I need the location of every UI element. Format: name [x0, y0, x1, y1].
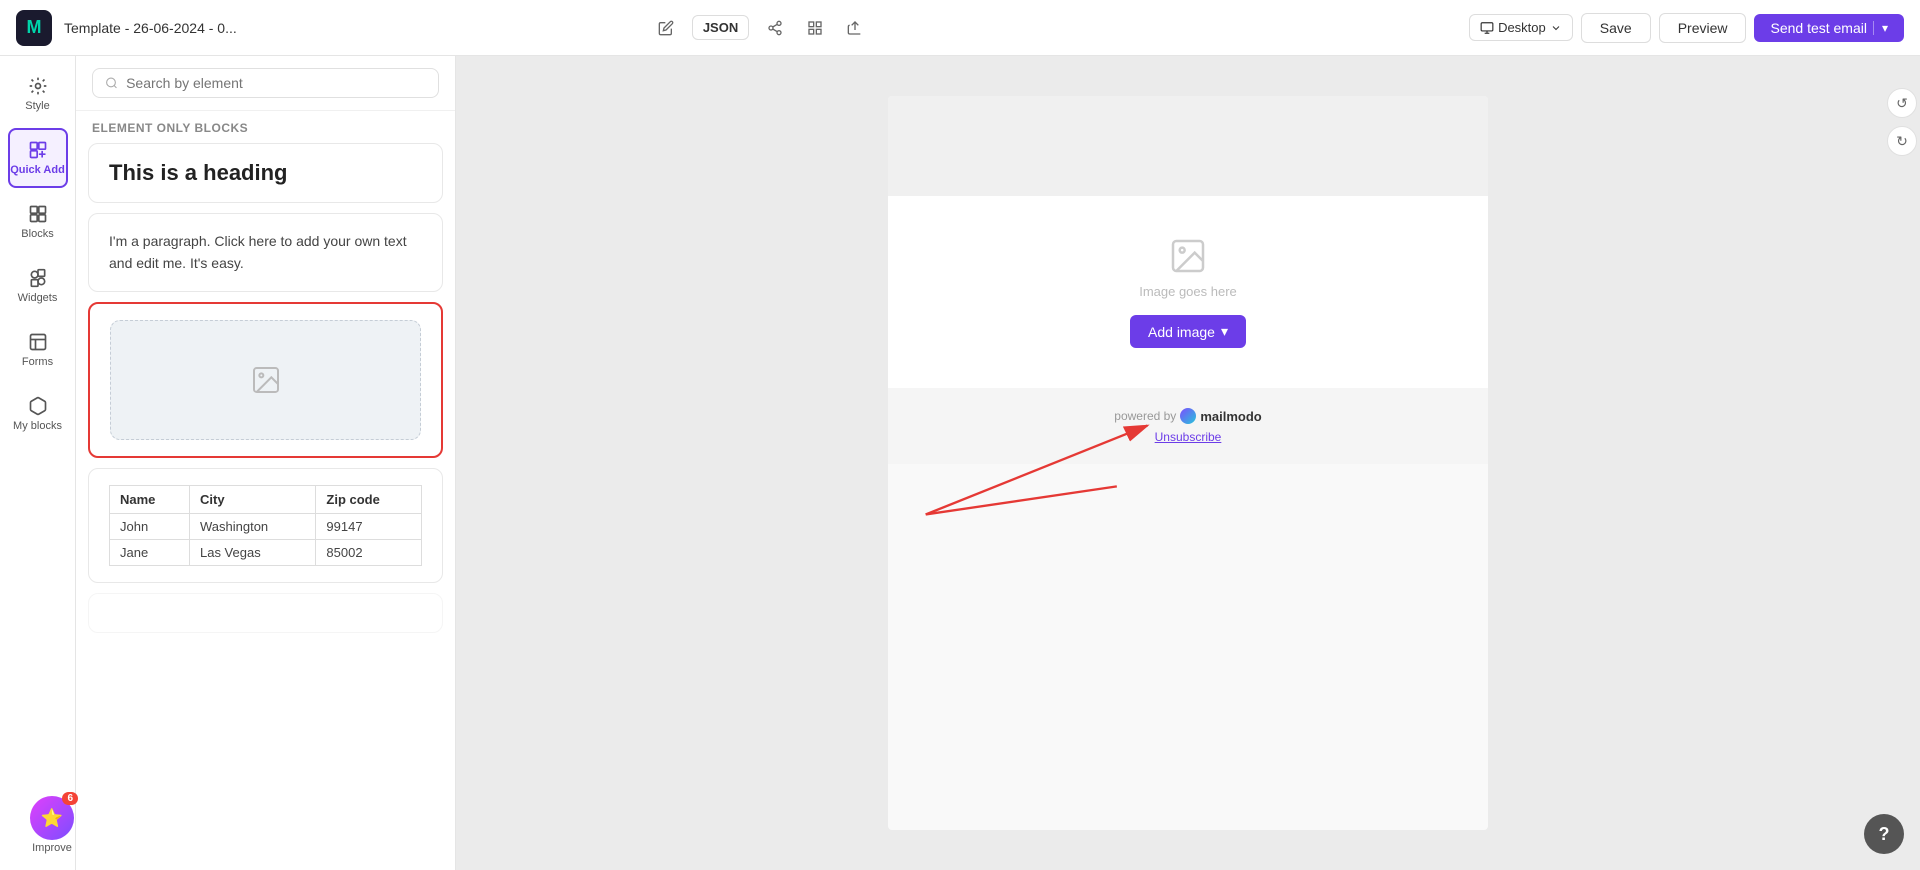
table-cell: 85002: [316, 539, 422, 565]
table-cell: Jane: [110, 539, 190, 565]
right-tools: ↺ ↻: [1884, 56, 1920, 870]
table-header-name: Name: [110, 485, 190, 513]
redo-button[interactable]: ↻: [1887, 126, 1917, 156]
quick-add-label: Quick Add: [10, 164, 65, 176]
elements-list: This is a heading I'm a paragraph. Click…: [76, 143, 455, 870]
device-selector[interactable]: Desktop: [1469, 14, 1573, 41]
improve-label: Improve: [32, 842, 72, 854]
table-element-card[interactable]: Name City Zip code John Washington 99147…: [88, 468, 443, 583]
widgets-label: Widgets: [18, 292, 58, 304]
table-cell: 99147: [316, 513, 422, 539]
improve-badge: 6: [62, 792, 78, 805]
style-icon: [28, 76, 48, 96]
undo-button[interactable]: ↺: [1887, 88, 1917, 118]
table-header-zip: Zip code: [316, 485, 422, 513]
forms-icon: [28, 332, 48, 352]
my-blocks-icon: [28, 396, 48, 416]
mailmodo-logo: [1180, 408, 1196, 424]
help-button[interactable]: ?: [1864, 814, 1904, 854]
table-preview: Name City Zip code John Washington 99147…: [109, 485, 422, 566]
canvas-image-icon: [1168, 236, 1208, 276]
improve-icon: ⭐: [41, 808, 63, 829]
app-logo: M: [16, 10, 52, 46]
add-image-button[interactable]: Add image ▾: [1130, 315, 1246, 348]
canvas-area: Image goes here Add image ▾ powered by m…: [456, 56, 1920, 870]
image-placeholder-inner: [110, 320, 421, 440]
device-label: Desktop: [1498, 20, 1546, 35]
search-box: [76, 56, 455, 111]
table-cell: Washington: [189, 513, 315, 539]
table-cell: Las Vegas: [189, 539, 315, 565]
mailmodo-name: mailmodo: [1200, 409, 1261, 424]
sidebar-item-forms[interactable]: Forms: [8, 320, 68, 380]
add-image-label: Add image: [1148, 324, 1215, 340]
add-image-chevron-icon: ▾: [1221, 323, 1228, 340]
panel-sidebar: ELEMENT ONLY BLOCKS This is a heading I'…: [76, 56, 456, 870]
table-header-city: City: [189, 485, 315, 513]
send-chevron-icon[interactable]: ▾: [1873, 21, 1888, 35]
share-button[interactable]: [761, 14, 789, 42]
cloud-save-button[interactable]: [841, 14, 869, 42]
image-placeholder-icon: [250, 364, 282, 396]
json-button[interactable]: JSON: [692, 15, 749, 40]
heading-element-card[interactable]: This is a heading: [88, 143, 443, 203]
heading-text: This is a heading: [109, 160, 422, 186]
improve-button[interactable]: ⭐ 6 Improve: [30, 796, 74, 854]
email-canvas: Image goes here Add image ▾ powered by m…: [888, 96, 1488, 830]
template-name: Template - 26-06-2024 - 0...: [64, 20, 640, 36]
main-layout: Style Quick Add Blocks Widgets Forms My …: [0, 56, 1920, 870]
sidebar-item-my-blocks[interactable]: My blocks: [8, 384, 68, 444]
search-input-wrap[interactable]: [92, 68, 439, 98]
search-input[interactable]: [126, 75, 426, 91]
icon-sidebar: Style Quick Add Blocks Widgets Forms My …: [0, 56, 76, 870]
save-button[interactable]: Save: [1581, 13, 1651, 43]
top-navbar: M Template - 26-06-2024 - 0... JSON Desk…: [0, 0, 1920, 56]
canvas-image-placeholder: Image goes here: [1139, 236, 1237, 299]
style-label: Style: [25, 100, 49, 112]
quick-add-icon: [28, 140, 48, 160]
blocks-label: Blocks: [21, 228, 53, 240]
footer-powered: powered by mailmodo: [1114, 408, 1261, 424]
table-row: Jane Las Vegas 85002: [110, 539, 422, 565]
extra-element-card[interactable]: [88, 593, 443, 633]
image-element-card[interactable]: [88, 302, 443, 458]
improve-circle: ⭐ 6: [30, 796, 74, 840]
section-label: ELEMENT ONLY BLOCKS: [76, 111, 455, 143]
help-icon: ?: [1879, 824, 1890, 845]
unsubscribe-link[interactable]: Unsubscribe: [1155, 430, 1222, 444]
blocks-icon: [28, 204, 48, 224]
send-label: Send test email: [1770, 20, 1867, 36]
sidebar-item-quick-add[interactable]: Quick Add: [8, 128, 68, 188]
history-button[interactable]: [801, 14, 829, 42]
send-test-email-button[interactable]: Send test email ▾: [1754, 14, 1904, 42]
widgets-icon: [28, 268, 48, 288]
canvas-footer: powered by mailmodo Unsubscribe: [888, 388, 1488, 464]
canvas-image-block: Image goes here Add image ▾: [888, 196, 1488, 388]
table-row: John Washington 99147: [110, 513, 422, 539]
table-cell: John: [110, 513, 190, 539]
paragraph-element-card[interactable]: I'm a paragraph. Click here to add your …: [88, 213, 443, 292]
canvas-image-text: Image goes here: [1139, 284, 1237, 299]
sidebar-item-widgets[interactable]: Widgets: [8, 256, 68, 316]
sidebar-item-blocks[interactable]: Blocks: [8, 192, 68, 252]
edit-template-name-button[interactable]: [652, 14, 680, 42]
my-blocks-label: My blocks: [13, 420, 62, 432]
forms-label: Forms: [22, 356, 53, 368]
canvas-top-space: [888, 96, 1488, 196]
preview-button[interactable]: Preview: [1659, 13, 1747, 43]
sidebar-item-style[interactable]: Style: [8, 64, 68, 124]
paragraph-text: I'm a paragraph. Click here to add your …: [109, 230, 422, 275]
mailmodo-badge: mailmodo: [1180, 408, 1261, 424]
search-icon: [105, 76, 118, 90]
